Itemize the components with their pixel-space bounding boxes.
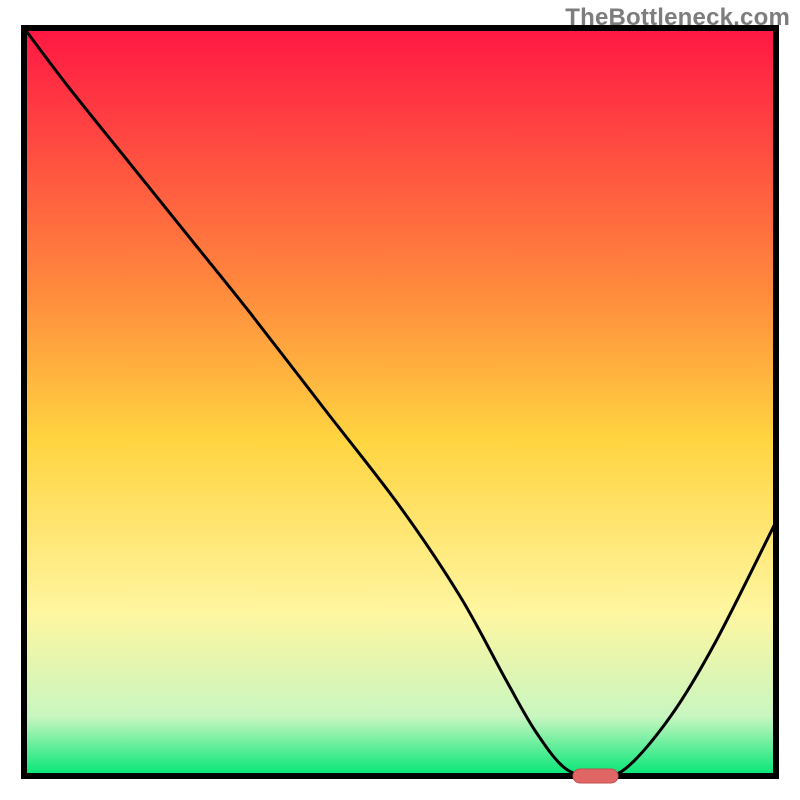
chart-container: TheBottleneck.com: [0, 0, 800, 800]
plot-background: [24, 28, 776, 776]
bottleneck-chart: [0, 0, 800, 800]
optimal-marker: [573, 769, 618, 783]
watermark-text: TheBottleneck.com: [565, 4, 790, 32]
